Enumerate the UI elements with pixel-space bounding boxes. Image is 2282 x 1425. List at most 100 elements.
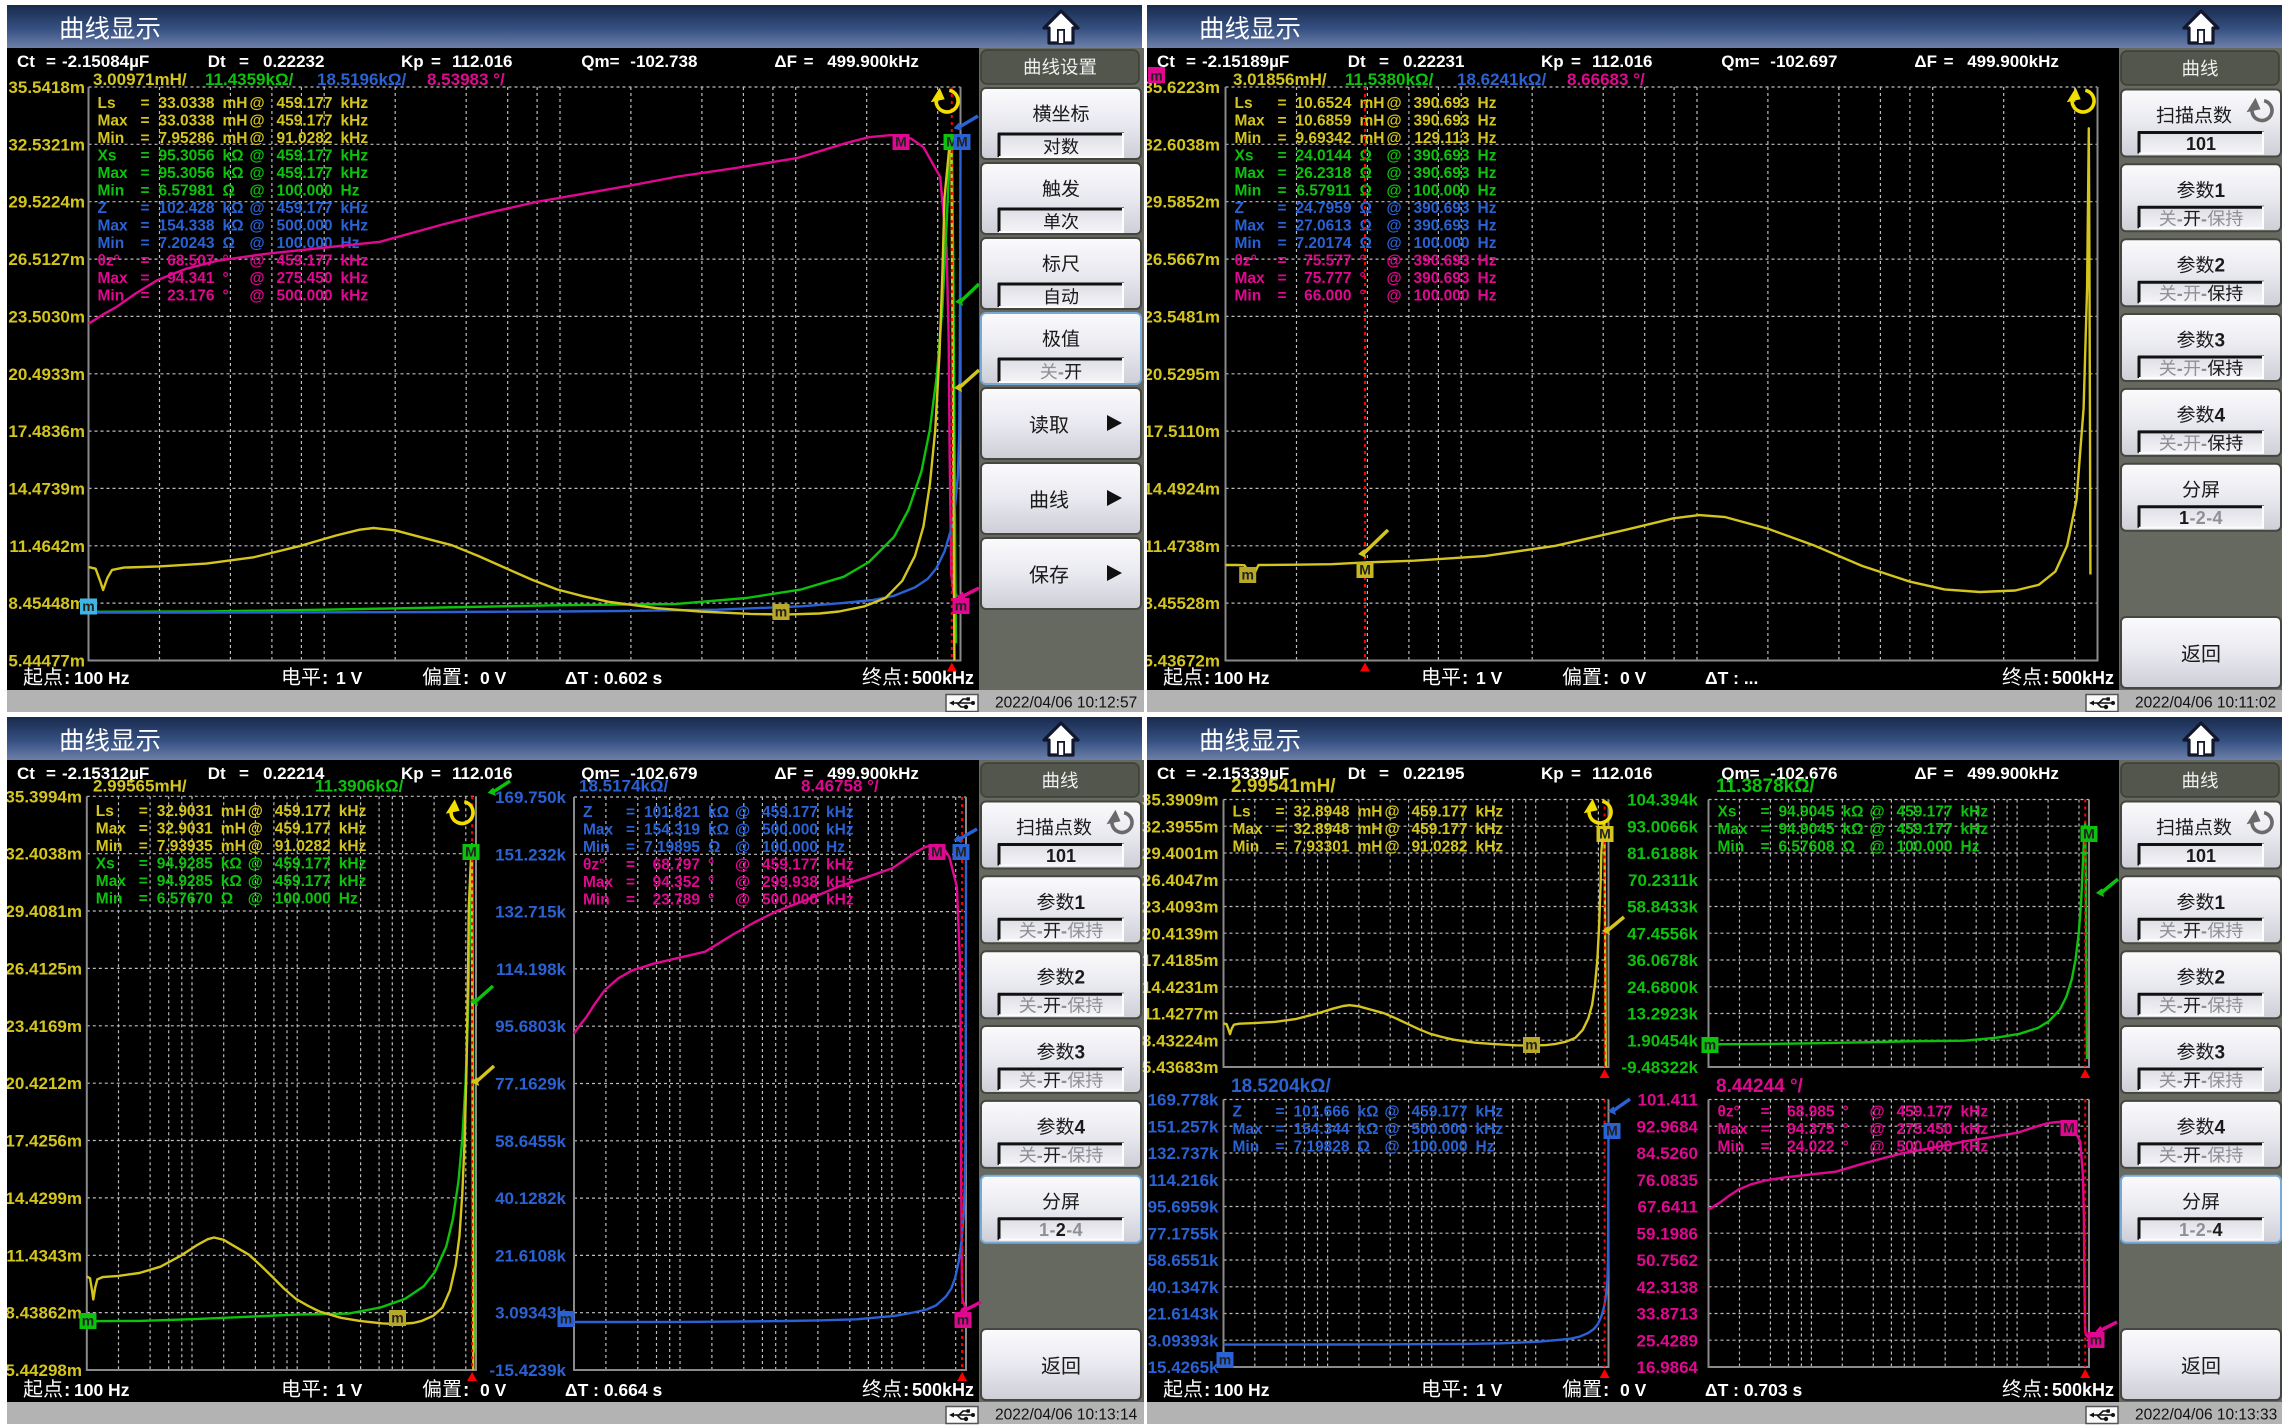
svg-text:101.411: 101.411 <box>1637 1091 1698 1110</box>
svg-text:=: = <box>431 52 441 71</box>
svg-text:100.000: 100.000 <box>276 183 332 200</box>
svg-text:0 V: 0 V <box>1620 1380 1647 1400</box>
svg-text:@: @ <box>1385 839 1400 856</box>
svg-text:32.3955m: 32.3955m <box>1142 817 1219 836</box>
svg-text:Qm=: Qm= <box>1721 52 1759 71</box>
svg-text:459.177: 459.177 <box>276 165 332 182</box>
svg-text:Ls: Ls <box>96 803 114 820</box>
svg-text:Min: Min <box>583 839 610 856</box>
svg-text:35.5418m: 35.5418m <box>8 78 85 97</box>
svg-text:21.6108k: 21.6108k <box>495 1246 566 1265</box>
svg-text:-: - <box>2201 1145 2207 1165</box>
svg-text:102.428: 102.428 <box>158 200 214 217</box>
svg-text:459.177: 459.177 <box>762 804 818 821</box>
svg-text:°: ° <box>708 857 714 874</box>
svg-text:500.000: 500.000 <box>1411 1121 1467 1138</box>
svg-text:@: @ <box>250 200 265 217</box>
svg-text:M: M <box>465 844 477 860</box>
svg-text:=: = <box>46 52 56 71</box>
svg-text:5.43672m: 5.43672m <box>1143 652 1220 671</box>
svg-text:Min: Min <box>1235 130 1262 147</box>
svg-text:mH: mH <box>1360 113 1385 130</box>
svg-text:@: @ <box>1387 148 1402 165</box>
svg-text:kHz: kHz <box>339 803 367 820</box>
svg-text:-: - <box>1058 362 1064 382</box>
svg-text:-: - <box>2201 1071 2207 1091</box>
svg-text:14.4231m: 14.4231m <box>1142 978 1219 997</box>
svg-text:@: @ <box>248 873 263 890</box>
svg-text:2022/04/06 10:11:02: 2022/04/06 10:11:02 <box>2135 695 2276 712</box>
svg-text:7.20174: 7.20174 <box>1295 235 1351 252</box>
svg-text:Hz: Hz <box>1478 95 1497 112</box>
svg-text:7.20243: 7.20243 <box>158 235 214 252</box>
svg-text:=: = <box>141 148 150 165</box>
svg-text:Ls: Ls <box>1235 95 1253 112</box>
svg-text:θz°: θz° <box>98 253 120 270</box>
svg-text:-2.15084µF: -2.15084µF <box>62 52 149 71</box>
svg-text:1 V: 1 V <box>336 668 363 688</box>
svg-text:-: - <box>1061 1071 1067 1091</box>
svg-text:6.57670: 6.57670 <box>157 891 213 908</box>
svg-text:7.19828: 7.19828 <box>1293 1139 1349 1156</box>
svg-text:17.4256m: 17.4256m <box>5 1132 82 1151</box>
svg-text:ΔT : 0.703 s: ΔT : 0.703 s <box>1705 1380 1802 1400</box>
svg-text:=: = <box>1276 821 1285 838</box>
svg-text:100 Hz: 100 Hz <box>74 668 130 688</box>
svg-text:500.000: 500.000 <box>276 288 332 305</box>
svg-text:Dt: Dt <box>208 764 226 783</box>
svg-text:=: = <box>626 839 635 856</box>
svg-text:kHz: kHz <box>826 892 854 909</box>
svg-text:14.4924m: 14.4924m <box>1143 479 1220 498</box>
svg-text:@: @ <box>1385 821 1400 838</box>
svg-text:-: - <box>1037 996 1043 1016</box>
svg-text:Max: Max <box>583 874 614 891</box>
svg-text:=: = <box>1278 113 1287 130</box>
svg-text:100.000: 100.000 <box>275 891 331 908</box>
svg-text::: : <box>1204 1380 1210 1401</box>
svg-text:Ct: Ct <box>17 52 35 71</box>
svg-text:Hz: Hz <box>339 891 358 908</box>
svg-text:=: = <box>141 183 150 200</box>
svg-text:=: = <box>1761 1104 1770 1121</box>
svg-text:-: - <box>2177 433 2183 453</box>
svg-text:17.5110m: 17.5110m <box>1144 422 1220 441</box>
svg-text:kHz: kHz <box>341 148 369 165</box>
svg-text:kHz: kHz <box>826 822 854 839</box>
svg-text:Max: Max <box>98 165 129 182</box>
svg-text:kHz: kHz <box>339 838 367 855</box>
svg-text:129.113: 129.113 <box>1414 130 1470 147</box>
svg-text:Max: Max <box>583 822 614 839</box>
svg-text:8.44244 °/: 8.44244 °/ <box>1716 1076 1804 1097</box>
svg-text:=: = <box>1761 821 1770 838</box>
svg-text:100.000: 100.000 <box>1413 235 1469 252</box>
svg-text:Hz: Hz <box>1478 130 1497 147</box>
svg-text:m: m <box>1525 1037 1537 1053</box>
svg-text:m: m <box>955 598 967 614</box>
svg-text:Hz: Hz <box>1478 288 1497 305</box>
svg-text:Hz: Hz <box>1478 113 1497 130</box>
svg-text:18.5174kΩ/: 18.5174kΩ/ <box>579 777 669 796</box>
svg-text:Dt: Dt <box>208 52 226 71</box>
svg-text:=: = <box>1944 764 1954 783</box>
svg-text:kHz: kHz <box>1476 839 1504 856</box>
svg-text::: : <box>322 1380 328 1401</box>
svg-text:m: m <box>82 1313 94 1329</box>
svg-text:40.1347k: 40.1347k <box>1148 1278 1219 1297</box>
svg-text:81.6188k: 81.6188k <box>1627 844 1698 863</box>
svg-text:Ω: Ω <box>1843 839 1855 856</box>
svg-text:kΩ: kΩ <box>223 218 244 235</box>
svg-text:0 V: 0 V <box>480 668 507 688</box>
svg-text:=: = <box>1571 764 1581 783</box>
svg-text:kHz: kHz <box>341 270 369 287</box>
svg-text:84.5260: 84.5260 <box>1637 1144 1698 1163</box>
svg-text:23.5481m: 23.5481m <box>1143 307 1220 326</box>
svg-text:m: m <box>957 1312 969 1328</box>
svg-text:=: = <box>141 165 150 182</box>
svg-text:112.016: 112.016 <box>452 764 513 783</box>
svg-text:=: = <box>141 113 150 130</box>
svg-text:Ls: Ls <box>1233 804 1251 821</box>
svg-text:1: 1 <box>2179 1220 2189 1240</box>
svg-text:8.66683 °/: 8.66683 °/ <box>1567 70 1645 89</box>
svg-text:11.3906kΩ/: 11.3906kΩ/ <box>315 777 404 796</box>
svg-text:@: @ <box>735 857 750 874</box>
